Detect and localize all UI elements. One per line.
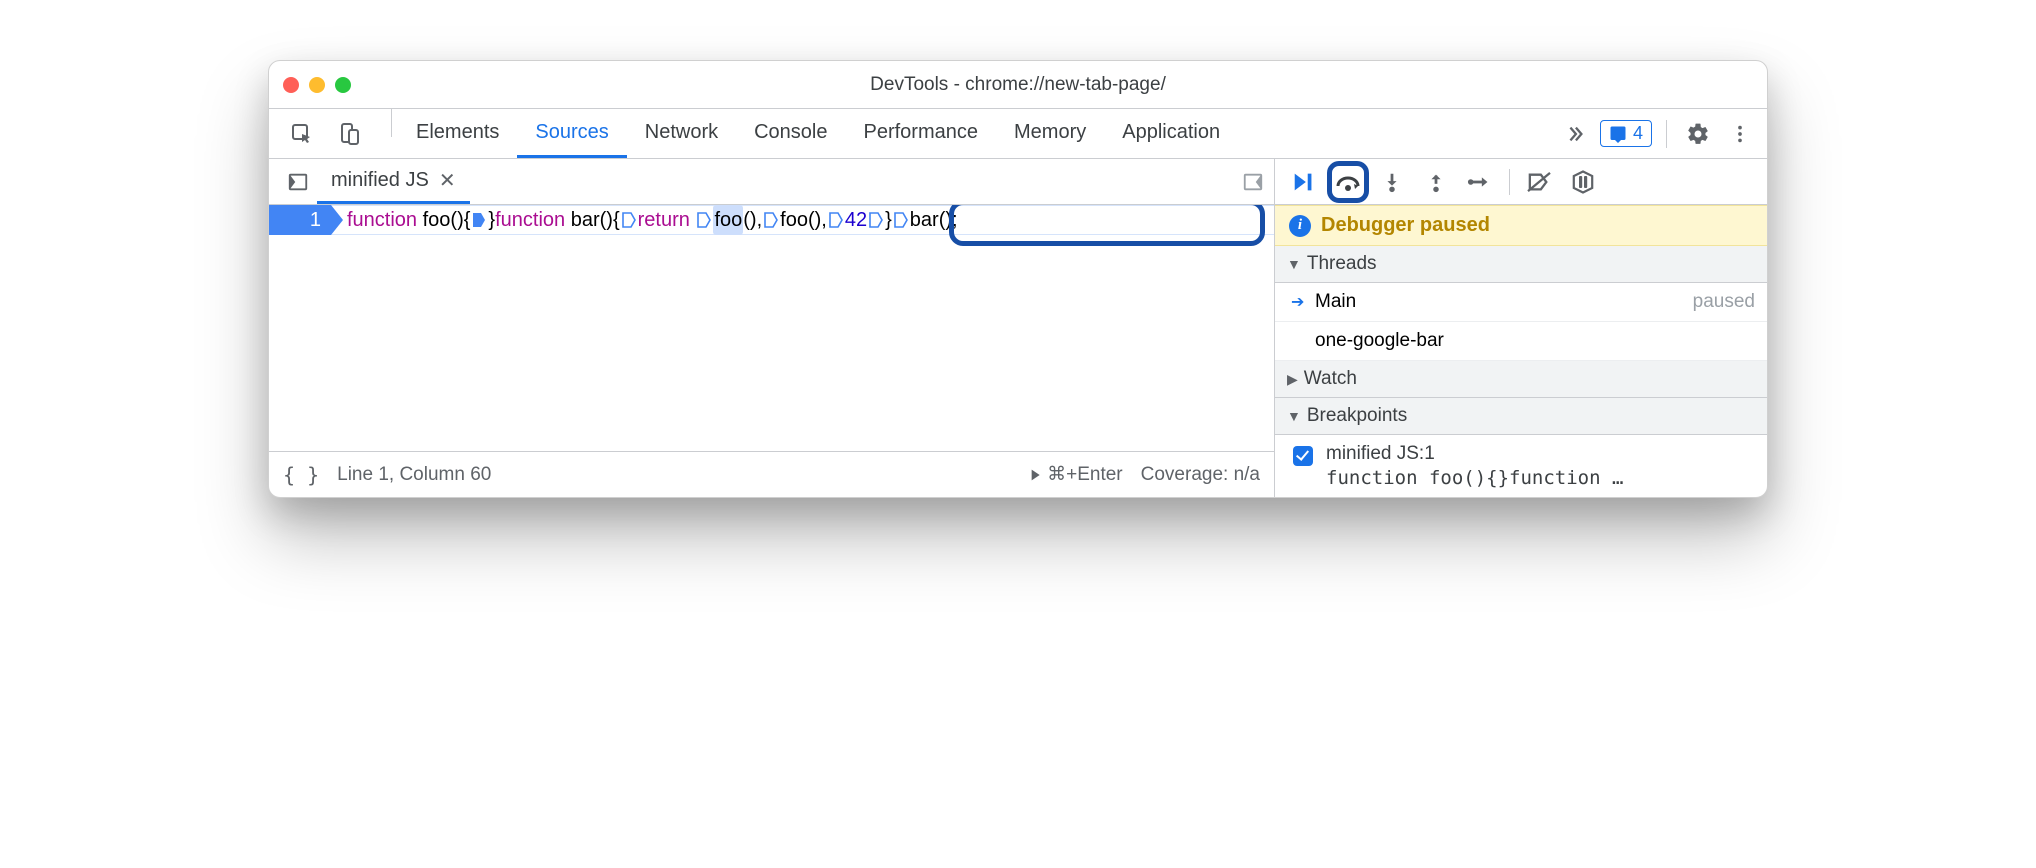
info-icon: i [1289, 215, 1311, 237]
debugger-toolbar [1275, 159, 1767, 205]
editor-statusbar: { } Line 1, Column 60 ⌘+Enter Coverage: … [269, 451, 1274, 497]
thread-item-ogb[interactable]: one-google-bar [1275, 322, 1767, 361]
thread-item-main[interactable]: ➔ Main paused [1275, 283, 1767, 322]
device-toolbar-icon[interactable] [333, 117, 367, 151]
sources-panel: minified JS ✕ 1 function foo(){}function… [269, 159, 1275, 497]
tab-elements[interactable]: Elements [398, 109, 517, 158]
breakpoint-marker-icon[interactable] [828, 211, 844, 229]
coverage-status: Coverage: n/a [1141, 464, 1260, 486]
panel-tabs: Elements Sources Network Console Perform… [398, 109, 1238, 158]
breakpoint-source: function foo(){}function … [1326, 467, 1623, 489]
issues-count: 4 [1633, 123, 1643, 144]
disclosure-triangle-icon: ▼ [1287, 408, 1301, 424]
debugger-paused-banner: i Debugger paused [1275, 205, 1767, 246]
pause-on-exceptions-button[interactable] [1564, 165, 1602, 199]
step-over-button[interactable] [1329, 165, 1367, 199]
section-breakpoints[interactable]: ▼ Breakpoints [1275, 398, 1767, 435]
disclosure-triangle-icon: ▼ [1287, 256, 1301, 272]
debugger-panel: i Debugger paused ▼ Threads ➔ Main pause… [1275, 159, 1767, 497]
breakpoint-marker-icon[interactable] [471, 211, 487, 229]
inspect-element-icon[interactable] [285, 117, 319, 151]
breakpoint-marker-icon[interactable] [763, 211, 779, 229]
minimize-window-button[interactable] [309, 77, 325, 93]
tab-console[interactable]: Console [736, 109, 845, 158]
pretty-print-icon[interactable]: { } [283, 463, 319, 487]
toggle-navigator-icon[interactable] [279, 159, 317, 204]
main-toolbar: Elements Sources Network Console Perform… [269, 109, 1767, 159]
section-watch[interactable]: ▶ Watch [1275, 361, 1767, 398]
titlebar: DevTools - chrome://new-tab-page/ [269, 61, 1767, 109]
current-thread-icon: ➔ [1291, 292, 1309, 312]
settings-gear-icon[interactable] [1681, 117, 1715, 151]
more-tabs-icon[interactable] [1558, 117, 1592, 151]
banner-text: Debugger paused [1321, 214, 1490, 237]
issues-badge[interactable]: 4 [1600, 120, 1652, 147]
step-button[interactable] [1461, 165, 1499, 199]
kebab-menu-icon[interactable] [1723, 117, 1757, 151]
line-number[interactable]: 1 [269, 205, 331, 235]
toolbar-divider [1666, 120, 1667, 148]
breakpoint-location: minified JS:1 [1326, 443, 1623, 465]
cursor-position: Line 1, Column 60 [337, 464, 491, 486]
breakpoint-checkbox[interactable] [1293, 446, 1313, 466]
step-out-button[interactable] [1417, 165, 1455, 199]
resume-button[interactable] [1285, 165, 1323, 199]
breakpoint-item[interactable]: minified JS:1 function foo(){}function … [1275, 435, 1767, 497]
deactivate-breakpoints-button[interactable] [1520, 165, 1558, 199]
code-editor[interactable]: 1 function foo(){}function bar(){return … [269, 205, 1274, 451]
breakpoint-marker-icon[interactable] [893, 211, 909, 229]
run-snippet-icon[interactable] [1232, 159, 1274, 204]
breakpoint-marker-icon[interactable] [621, 211, 637, 229]
zoom-window-button[interactable] [335, 77, 351, 93]
close-window-button[interactable] [283, 77, 299, 93]
tab-memory[interactable]: Memory [996, 109, 1104, 158]
file-tab-label: minified JS [331, 169, 429, 192]
window-controls [283, 77, 351, 93]
code-line[interactable]: function foo(){}function bar(){return fo… [331, 205, 1274, 235]
tab-sources[interactable]: Sources [517, 109, 626, 158]
tab-performance[interactable]: Performance [846, 109, 997, 158]
toolbar-divider [391, 109, 392, 137]
close-file-icon[interactable]: ✕ [439, 168, 456, 193]
step-into-button[interactable] [1373, 165, 1411, 199]
execution-point: foo [713, 205, 743, 235]
disclosure-triangle-icon: ▶ [1287, 371, 1298, 388]
file-tab-minified-js[interactable]: minified JS ✕ [317, 159, 470, 204]
devtools-window: DevTools - chrome://new-tab-page/ Elemen… [268, 60, 1768, 498]
breakpoint-marker-icon[interactable] [696, 211, 712, 229]
tab-application[interactable]: Application [1104, 109, 1238, 158]
open-files-bar: minified JS ✕ [269, 159, 1274, 205]
section-threads[interactable]: ▼ Threads [1275, 246, 1767, 283]
tab-network[interactable]: Network [627, 109, 736, 158]
run-hint: ⌘+Enter [1027, 463, 1123, 486]
breakpoint-marker-icon[interactable] [868, 211, 884, 229]
window-title: DevTools - chrome://new-tab-page/ [269, 74, 1767, 96]
